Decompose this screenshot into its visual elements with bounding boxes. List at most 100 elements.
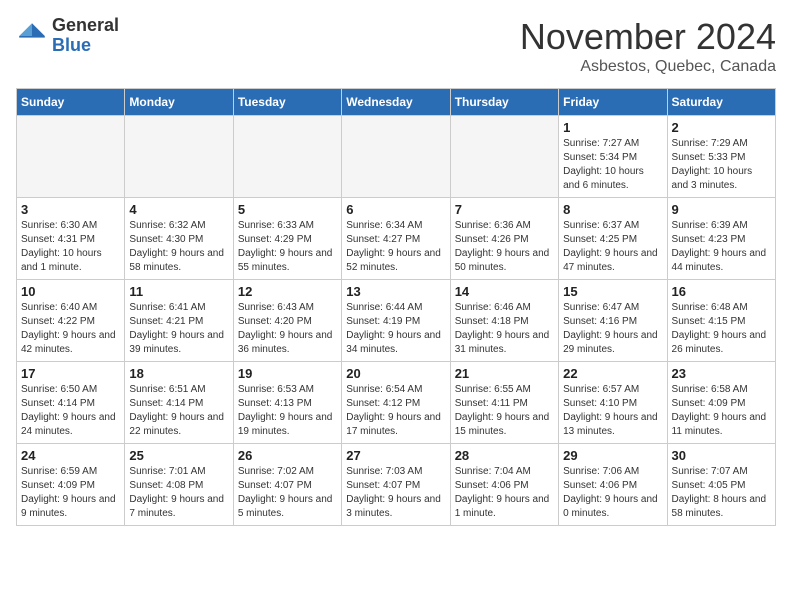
day-info: Sunrise: 6:33 AM Sunset: 4:29 PM Dayligh… [238,219,337,275]
month-title: November 2024 [520,16,776,58]
calendar-cell: 11 Sunrise: 6:41 AM Sunset: 4:21 PM Dayli… [125,280,233,362]
day-number: 15 [563,284,662,299]
logo: General Blue [16,16,119,56]
day-number: 24 [21,448,120,463]
day-info: Sunrise: 6:58 AM Sunset: 4:09 PM Dayligh… [672,383,771,439]
day-info: Sunrise: 7:03 AM Sunset: 4:07 PM Dayligh… [346,465,445,521]
weekday-header: Monday [125,89,233,116]
day-info: Sunrise: 7:27 AM Sunset: 5:34 PM Dayligh… [563,137,662,193]
day-number: 30 [672,448,771,463]
day-info: Sunrise: 6:37 AM Sunset: 4:25 PM Dayligh… [563,219,662,275]
day-number: 2 [672,120,771,135]
day-number: 14 [455,284,554,299]
calendar-cell: 7Sunrise: 6:36 AM Sunset: 4:26 PM Daylig… [450,198,558,280]
calendar-cell [450,116,558,198]
calendar-header-row: SundayMondayTuesdayWednesdayThursdayFrid… [17,89,776,116]
calendar-cell: 27 Sunrise: 7:03 AM Sunset: 4:07 PM Dayli… [342,444,450,526]
day-info: Sunrise: 6:53 AM Sunset: 4:13 PM Dayligh… [238,383,337,439]
calendar-cell: 3Sunrise: 6:30 AM Sunset: 4:31 PM Daylig… [17,198,125,280]
weekday-header: Friday [559,89,667,116]
day-number: 4 [129,202,228,217]
weekday-header: Thursday [450,89,558,116]
day-number: 10 [21,284,120,299]
day-info: Sunrise: 7:07 AM Sunset: 4:05 PM Dayligh… [672,465,771,521]
calendar-cell: 24 Sunrise: 6:59 AM Sunset: 4:09 PM Dayli… [17,444,125,526]
header: General Blue November 2024 Asbestos, Que… [16,16,776,76]
day-number: 25 [129,448,228,463]
day-info: Sunrise: 7:02 AM Sunset: 4:07 PM Dayligh… [238,465,337,521]
day-info: Sunrise: 6:40 AM Sunset: 4:22 PM Dayligh… [21,301,120,357]
day-number: 9 [672,202,771,217]
calendar-cell [125,116,233,198]
day-number: 13 [346,284,445,299]
calendar-week-row: 10 Sunrise: 6:40 AM Sunset: 4:22 PM Dayli… [17,280,776,362]
day-info: Sunrise: 6:48 AM Sunset: 4:15 PM Dayligh… [672,301,771,357]
calendar-cell: 16Sunrise: 6:48 AM Sunset: 4:15 PM Dayli… [667,280,775,362]
day-info: Sunrise: 6:54 AM Sunset: 4:12 PM Dayligh… [346,383,445,439]
day-info: Sunrise: 6:51 AM Sunset: 4:14 PM Dayligh… [129,383,228,439]
day-number: 22 [563,366,662,381]
title-area: November 2024 Asbestos, Quebec, Canada [520,16,776,76]
weekday-header: Sunday [17,89,125,116]
calendar-cell: 8 Sunrise: 6:37 AM Sunset: 4:25 PM Daylig… [559,198,667,280]
day-info: Sunrise: 7:01 AM Sunset: 4:08 PM Dayligh… [129,465,228,521]
calendar-cell: 22 Sunrise: 6:57 AM Sunset: 4:10 PM Dayli… [559,362,667,444]
weekday-header: Saturday [667,89,775,116]
calendar-cell: 18 Sunrise: 6:51 AM Sunset: 4:14 PM Dayli… [125,362,233,444]
day-number: 12 [238,284,337,299]
calendar-cell [233,116,341,198]
day-info: Sunrise: 6:50 AM Sunset: 4:14 PM Dayligh… [21,383,120,439]
calendar-cell [342,116,450,198]
day-number: 17 [21,366,120,381]
day-info: Sunrise: 6:39 AM Sunset: 4:23 PM Dayligh… [672,219,771,275]
day-info: Sunrise: 6:44 AM Sunset: 4:19 PM Dayligh… [346,301,445,357]
day-info: Sunrise: 6:43 AM Sunset: 4:20 PM Dayligh… [238,301,337,357]
calendar-cell: 26 Sunrise: 7:02 AM Sunset: 4:07 PM Dayli… [233,444,341,526]
day-number: 6 [346,202,445,217]
calendar-cell: 17 Sunrise: 6:50 AM Sunset: 4:14 PM Dayli… [17,362,125,444]
logo-general: General [52,16,119,36]
calendar-cell: 19Sunrise: 6:53 AM Sunset: 4:13 PM Dayli… [233,362,341,444]
day-number: 20 [346,366,445,381]
calendar-cell: 6 Sunrise: 6:34 AM Sunset: 4:27 PM Daylig… [342,198,450,280]
logo-text: General Blue [52,16,119,56]
day-info: Sunrise: 7:04 AM Sunset: 4:06 PM Dayligh… [455,465,554,521]
calendar-week-row: 17 Sunrise: 6:50 AM Sunset: 4:14 PM Dayli… [17,362,776,444]
weekday-header: Wednesday [342,89,450,116]
calendar-cell: 12 Sunrise: 6:43 AM Sunset: 4:20 PM Dayli… [233,280,341,362]
day-info: Sunrise: 6:59 AM Sunset: 4:09 PM Dayligh… [21,465,120,521]
calendar-week-row: 3Sunrise: 6:30 AM Sunset: 4:31 PM Daylig… [17,198,776,280]
weekday-header: Tuesday [233,89,341,116]
location-title: Asbestos, Quebec, Canada [520,58,776,76]
calendar-cell: 25 Sunrise: 7:01 AM Sunset: 4:08 PM Dayli… [125,444,233,526]
day-number: 29 [563,448,662,463]
day-number: 8 [563,202,662,217]
logo-icon [16,20,48,52]
day-number: 26 [238,448,337,463]
calendar-cell: 10 Sunrise: 6:40 AM Sunset: 4:22 PM Dayli… [17,280,125,362]
day-number: 11 [129,284,228,299]
calendar-cell: 29 Sunrise: 7:06 AM Sunset: 4:06 PM Dayli… [559,444,667,526]
logo-blue: Blue [52,36,119,56]
calendar: SundayMondayTuesdayWednesdayThursdayFrid… [16,88,776,526]
day-number: 3 [21,202,120,217]
calendar-cell: 14 Sunrise: 6:46 AM Sunset: 4:18 PM Dayli… [450,280,558,362]
day-info: Sunrise: 6:47 AM Sunset: 4:16 PM Dayligh… [563,301,662,357]
day-info: Sunrise: 6:32 AM Sunset: 4:30 PM Dayligh… [129,219,228,275]
day-number: 5 [238,202,337,217]
day-number: 27 [346,448,445,463]
day-number: 1 [563,120,662,135]
calendar-cell [17,116,125,198]
day-number: 23 [672,366,771,381]
day-info: Sunrise: 6:36 AM Sunset: 4:26 PM Dayligh… [455,219,554,275]
day-info: Sunrise: 6:41 AM Sunset: 4:21 PM Dayligh… [129,301,228,357]
day-number: 18 [129,366,228,381]
day-info: Sunrise: 6:34 AM Sunset: 4:27 PM Dayligh… [346,219,445,275]
calendar-cell: 2Sunrise: 7:29 AM Sunset: 5:33 PM Daylig… [667,116,775,198]
day-info: Sunrise: 6:55 AM Sunset: 4:11 PM Dayligh… [455,383,554,439]
day-info: Sunrise: 6:57 AM Sunset: 4:10 PM Dayligh… [563,383,662,439]
day-info: Sunrise: 6:46 AM Sunset: 4:18 PM Dayligh… [455,301,554,357]
calendar-cell: 15 Sunrise: 6:47 AM Sunset: 4:16 PM Dayli… [559,280,667,362]
day-info: Sunrise: 7:06 AM Sunset: 4:06 PM Dayligh… [563,465,662,521]
calendar-cell: 30 Sunrise: 7:07 AM Sunset: 4:05 PM Dayli… [667,444,775,526]
